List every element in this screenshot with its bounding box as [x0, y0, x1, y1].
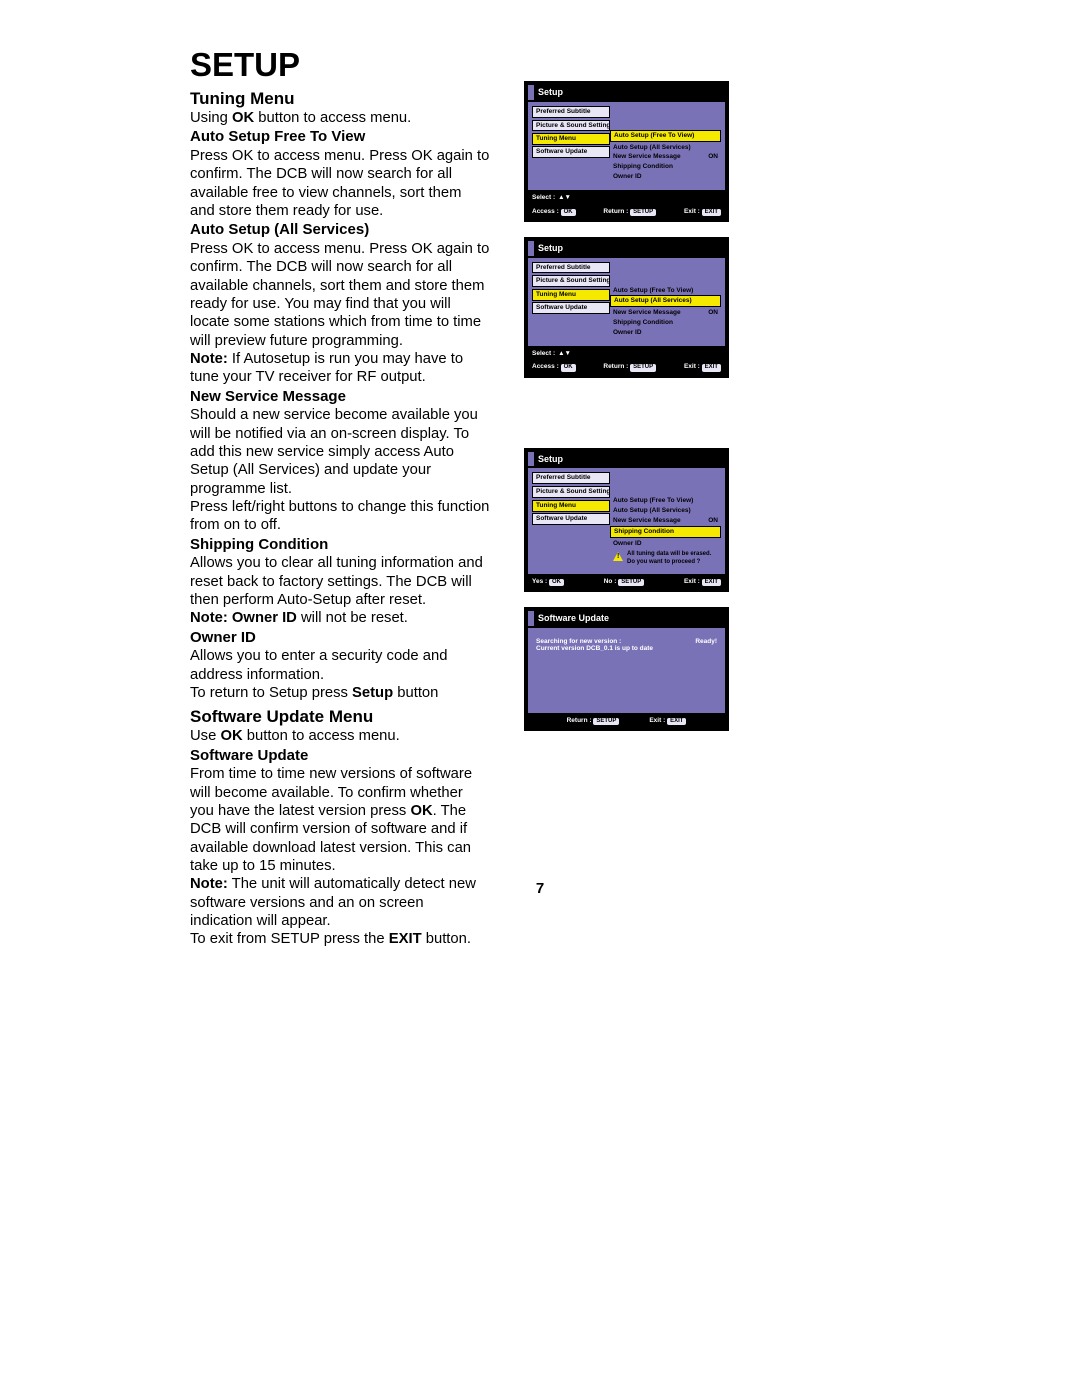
- version-row: Current version DCB_0.1 is up to date: [536, 645, 717, 653]
- screen-footer: Access : OK Return : SETUP Exit : EXIT: [528, 206, 725, 218]
- screen-title: Software Update: [528, 611, 725, 626]
- auto-all-body: Press OK to access menu. Press OK again …: [190, 240, 490, 350]
- menu-item: Picture & Sound Setting: [532, 120, 610, 132]
- submenu-item: New Service MessageON: [610, 516, 721, 526]
- setup-screen-2: Setup Preferred Subtitle Picture & Sound…: [524, 237, 729, 378]
- submenu-item: Owner ID: [610, 328, 721, 338]
- auto-free-heading: Auto Setup Free To View: [190, 128, 490, 147]
- submenu-item: Shipping Condition: [610, 318, 721, 328]
- auto-free-body: Press OK to access menu. Press OK again …: [190, 147, 490, 220]
- screen-title: Setup: [528, 241, 725, 256]
- text-column: SETUP Tuning Menu Using OK button to acc…: [190, 45, 490, 949]
- page-title: SETUP: [190, 45, 490, 86]
- submenu-item: Auto Setup (Free To View): [610, 286, 721, 296]
- menu-item: Preferred Subtitle: [532, 106, 610, 118]
- software-menu-heading: Software Update Menu: [190, 706, 490, 727]
- software-intro: Use OK button to access menu.: [190, 727, 490, 745]
- tuning-menu-heading: Tuning Menu: [190, 88, 490, 109]
- shipping-heading: Shipping Condition: [190, 536, 490, 555]
- menu-item: Picture & Sound Setting: [532, 486, 610, 498]
- screen-footer: Select :▲▼: [528, 348, 725, 360]
- shipping-body: Allows you to clear all tuning informati…: [190, 554, 490, 609]
- submenu-selected: Auto Setup (All Services): [610, 295, 721, 307]
- setup-screen-1: Setup Preferred Subtitle Picture & Sound…: [524, 81, 729, 222]
- screen-title: Setup: [528, 85, 725, 100]
- menu-item-selected: Tuning Menu: [532, 500, 610, 512]
- menu-item: Software Update: [532, 513, 610, 525]
- page-number: 7: [0, 880, 1080, 897]
- tuning-intro: Using OK button to access menu.: [190, 109, 490, 127]
- menu-item-selected: Tuning Menu: [532, 133, 610, 145]
- status-row: Searching for new version :Ready!: [536, 638, 717, 646]
- submenu-item: New Service MessageON: [610, 152, 721, 162]
- shipping-note: Note: Owner ID will not be reset.: [190, 609, 490, 627]
- submenu-item: Auto Setup (Free To View): [610, 496, 721, 506]
- submenu-item: Auto Setup (All Services): [610, 506, 721, 516]
- new-service-body1: Should a new service become available yo…: [190, 406, 490, 498]
- auto-all-note: Note: If Autosetup is run you may have t…: [190, 350, 490, 387]
- screen-footer: Select :▲▼: [528, 192, 725, 204]
- sw-update-exit: To exit from SETUP press the EXIT button…: [190, 930, 490, 948]
- warning-icon: [613, 552, 623, 561]
- screen-footer: Access : OK Return : SETUP Exit : EXIT: [528, 361, 725, 373]
- menu-item: Preferred Subtitle: [532, 262, 610, 274]
- sw-update-body: From time to time new versions of softwa…: [190, 765, 490, 875]
- submenu-item: New Service MessageON: [610, 308, 721, 318]
- warning-message: All tuning data will be erased. Do you w…: [610, 550, 721, 565]
- menu-item: Software Update: [532, 146, 610, 158]
- new-service-heading: New Service Message: [190, 388, 490, 407]
- menu-item: Software Update: [532, 302, 610, 314]
- submenu-selected: Auto Setup (Free To View): [610, 130, 721, 142]
- submenu-item: Owner ID: [610, 172, 721, 182]
- submenu-item: Shipping Condition: [610, 162, 721, 172]
- screenshot-column: Setup Preferred Subtitle Picture & Sound…: [524, 45, 734, 731]
- submenu-item: Auto Setup (All Services): [610, 143, 721, 153]
- screen-footer: Yes : OK No : SETUP Exit : EXIT: [528, 576, 725, 588]
- menu-item: Picture & Sound Setting: [532, 275, 610, 287]
- submenu-selected: Shipping Condition: [610, 526, 721, 538]
- screen-title: Setup: [528, 452, 725, 467]
- menu-item: Preferred Subtitle: [532, 472, 610, 484]
- software-update-screen: Software Update Searching for new versio…: [524, 607, 729, 732]
- menu-item-selected: Tuning Menu: [532, 289, 610, 301]
- owner-return: To return to Setup press Setup button: [190, 684, 490, 702]
- new-service-body2: Press left/right buttons to change this …: [190, 498, 490, 535]
- screen-footer: Return : SETUP Exit : EXIT: [528, 715, 725, 727]
- setup-screen-3: Setup Preferred Subtitle Picture & Sound…: [524, 448, 729, 592]
- sw-update-heading: Software Update: [190, 747, 490, 766]
- owner-body: Allows you to enter a security code and …: [190, 647, 490, 684]
- submenu-item: Owner ID: [610, 539, 721, 549]
- auto-all-heading: Auto Setup (All Services): [190, 221, 490, 240]
- owner-heading: Owner ID: [190, 629, 490, 648]
